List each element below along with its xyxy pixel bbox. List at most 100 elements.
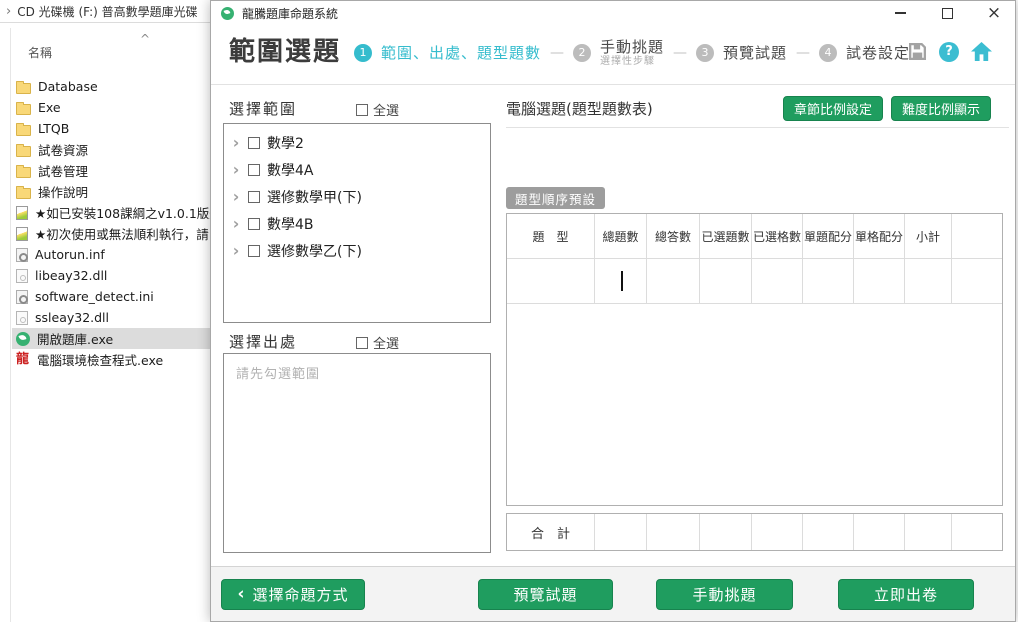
chevron-right-icon: › [6, 4, 11, 19]
subtotal-cell[interactable] [905, 259, 952, 303]
footer-bar: 選擇命題方式 預覽試題 手動挑題 立即出卷 [211, 566, 1015, 621]
expand-chevron-icon[interactable] [231, 241, 241, 260]
sort-ascending-icon[interactable]: ^ [140, 32, 150, 46]
range-section-title: 選擇範圍 [229, 98, 297, 119]
app-logo-icon [221, 7, 234, 20]
config-file-icon [16, 290, 28, 304]
file-row[interactable]: ssleay32.dll [12, 307, 210, 328]
blank-cell[interactable] [952, 259, 1002, 303]
step-4-circle[interactable]: 4 [819, 44, 837, 62]
total-questions-input[interactable] [595, 259, 647, 303]
points-per-question-cell[interactable] [803, 259, 854, 303]
checkbox-icon[interactable] [248, 191, 260, 203]
maximize-button[interactable] [940, 6, 954, 20]
chapter-ratio-button[interactable]: 章節比例設定 [783, 96, 883, 121]
breadcrumb[interactable]: › CD 光碟機 (F:) 普高數學題庫光碟 [0, 0, 210, 23]
folder-icon [16, 188, 31, 199]
save-icon[interactable] [907, 41, 928, 62]
difficulty-ratio-button[interactable]: 難度比例顯示 [891, 96, 991, 121]
tree-item[interactable]: 數學2 [224, 129, 490, 156]
title-bar: 龍騰題庫命題系統 [211, 1, 1015, 25]
file-row[interactable]: software_detect.ini [12, 286, 210, 307]
folder-icon [16, 167, 31, 178]
step-1-circle[interactable]: 1 [354, 44, 372, 62]
file-row[interactable]: Database [12, 76, 210, 97]
dll-file-icon [16, 269, 28, 283]
window-title: 龍騰題庫命題系統 [242, 5, 338, 22]
home-icon[interactable] [970, 41, 993, 62]
file-row[interactable]: 試卷管理 [12, 160, 210, 181]
file-row[interactable]: Autorun.inf [12, 244, 210, 265]
total-answers-sum [647, 514, 700, 550]
total-answers-cell[interactable] [647, 259, 700, 303]
step-3-label[interactable]: 預覽試題 [723, 42, 787, 63]
selected-questions-cell[interactable] [700, 259, 752, 303]
file-row[interactable]: ★初次使用或無法順利執行，請 [12, 223, 210, 244]
back-to-method-button[interactable]: 選擇命題方式 [221, 579, 365, 610]
source-list[interactable]: 請先勾選範圍 [223, 353, 491, 553]
file-row[interactable]: libeay32.dll [12, 265, 210, 286]
col-total-answers: 總答數 [647, 214, 700, 258]
file-row[interactable]: ★如已安裝108課綱之v1.0.1版題 [12, 202, 210, 223]
file-row[interactable]: 試卷資源 [12, 139, 210, 160]
file-row[interactable]: 操作說明 [12, 181, 210, 202]
step-3-circle[interactable]: 3 [696, 44, 714, 62]
subtotal-sum [905, 514, 952, 550]
tree-item[interactable]: 數學4B [224, 210, 490, 237]
step-1-label[interactable]: 範圍、出處、題型題數 [381, 42, 541, 63]
points-question-sum [803, 514, 854, 550]
tree-item[interactable]: 選修數學甲(下) [224, 183, 490, 210]
preview-questions-button[interactable]: 預覽試題 [478, 579, 613, 610]
col-points-per-question: 單題配分 [803, 214, 854, 258]
source-select-all[interactable]: 全選 [356, 333, 399, 352]
expand-chevron-icon[interactable] [231, 133, 241, 152]
folder-icon [16, 83, 31, 94]
points-per-blank-cell[interactable] [854, 259, 905, 303]
pane-divider [10, 28, 11, 622]
manual-pick-button[interactable]: 手動挑題 [656, 579, 793, 610]
total-label: 合 計 [507, 514, 595, 550]
name-column-header[interactable]: 名稱 [28, 44, 52, 61]
file-row[interactable]: LTQB [12, 118, 210, 139]
question-order-badge[interactable]: 題型順序預設 [506, 187, 605, 209]
file-list: Database Exe LTQB 試卷資源 試卷管理 操作說明 ★如已安裝10… [12, 76, 210, 370]
col-total-questions: 總題數 [595, 214, 647, 258]
step-2-circle[interactable]: 2 [573, 44, 591, 62]
col-points-per-blank: 單格配分 [854, 214, 905, 258]
checkbox-icon[interactable] [248, 137, 260, 149]
expand-chevron-icon[interactable] [231, 214, 241, 233]
tree-item[interactable]: 選修數學乙(下) [224, 237, 490, 264]
close-button[interactable] [987, 6, 1001, 20]
file-row[interactable]: 電腦環境檢查程式.exe [12, 349, 210, 370]
checkbox-icon[interactable] [248, 164, 260, 176]
step-2[interactable]: 手動挑題 選擇性步驟 [600, 39, 664, 67]
file-row[interactable]: Exe [12, 97, 210, 118]
step-divider: — [796, 45, 810, 61]
range-tree: 數學2 數學4A 選修數學甲(下) 數學4B 選修數學乙(下) [223, 123, 491, 323]
checkbox-icon[interactable] [356, 104, 368, 116]
checkbox-icon[interactable] [248, 245, 260, 257]
expand-chevron-icon[interactable] [231, 187, 241, 206]
generate-exam-button[interactable]: 立即出卷 [838, 579, 974, 610]
section-divider [506, 127, 1009, 128]
file-row-selected[interactable]: 開啟題庫.exe [12, 328, 210, 349]
range-select-all[interactable]: 全選 [356, 100, 399, 119]
table-header-row: 題 型 總題數 總答數 已選題數 已選格數 單題配分 單格配分 小計 [507, 214, 1002, 259]
text-document-icon [16, 227, 28, 241]
selection-title: 電腦選題(題型題數表) [506, 98, 653, 119]
expand-chevron-icon[interactable] [231, 160, 241, 179]
step-divider: — [673, 45, 687, 61]
question-type-cell[interactable] [507, 259, 595, 303]
wizard-steps: 1 範圍、出處、題型題數 — 2 手動挑題 選擇性步驟 — 3 預覽試題 — 4… [354, 39, 910, 67]
checkbox-icon[interactable] [248, 218, 260, 230]
tree-item[interactable]: 數學4A [224, 156, 490, 183]
checkbox-icon[interactable] [356, 337, 368, 349]
folder-icon [16, 104, 31, 115]
selected-blanks-cell[interactable] [752, 259, 803, 303]
help-icon[interactable] [939, 42, 959, 62]
points-blank-sum [854, 514, 905, 550]
table-empty-area [507, 304, 1002, 505]
text-cursor [621, 271, 623, 291]
step-4-label[interactable]: 試卷設定 [846, 42, 910, 63]
minimize-button[interactable] [893, 6, 907, 20]
